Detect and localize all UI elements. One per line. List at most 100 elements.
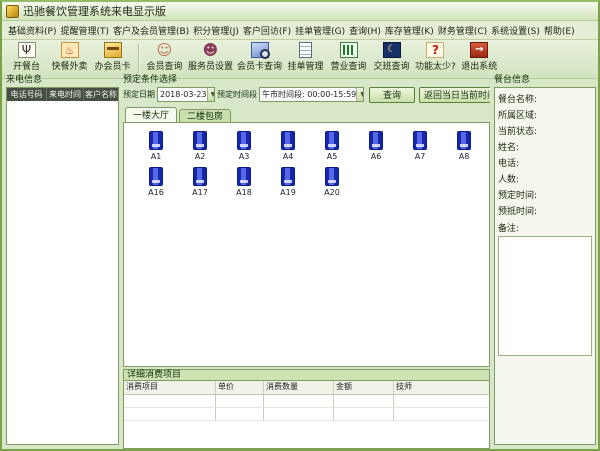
member-query-icon <box>156 42 174 58</box>
table-seat-A1[interactable]: A1 <box>134 131 178 161</box>
table-info-title: 餐台信息 <box>494 75 596 86</box>
info-field-2: 所属区域: <box>498 108 592 124</box>
detail-cell <box>264 408 334 420</box>
detail-column-header[interactable]: 技师 <box>394 381 489 394</box>
table-seat-A8[interactable]: A8 <box>442 131 486 161</box>
detail-table-body <box>124 395 489 421</box>
table-icon <box>325 131 339 150</box>
table-seat-A18[interactable]: A18 <box>222 167 266 197</box>
detail-cell <box>216 395 264 407</box>
shift-query-icon <box>383 42 401 58</box>
detail-column-header[interactable]: 消费数量 <box>264 381 334 394</box>
toolbar-button-2[interactable]: 快餐外卖 <box>48 41 91 76</box>
toolbar-button-11[interactable]: 退出系统 <box>458 41 501 76</box>
menu-item-7[interactable]: 查询(H) <box>347 22 383 39</box>
menu-item-1[interactable]: 基础资料(P) <box>6 22 58 39</box>
menu-item-8[interactable]: 库存管理(K) <box>383 22 436 39</box>
dining-table-icon <box>18 42 36 58</box>
toolbar-button-label: 功能太少? <box>415 59 456 72</box>
menu-item-4[interactable]: 积分管理(J) <box>191 22 241 39</box>
booking-date-value: 2018-03-23 <box>160 90 207 99</box>
detail-column-header[interactable]: 消费项目 <box>124 381 216 394</box>
toolbar-button-label: 退出系统 <box>461 59 497 72</box>
table-seat-A2[interactable]: A2 <box>178 131 222 161</box>
back-to-current-button[interactable]: 返回当日当前时间段 <box>419 87 490 103</box>
floor-tab-2[interactable]: 二楼包房 <box>179 109 231 122</box>
table-seat-A5[interactable]: A5 <box>310 131 354 161</box>
floor-tab-1[interactable]: 一楼大厅 <box>125 107 177 122</box>
business-query-icon <box>340 42 358 58</box>
table-seat-A19[interactable]: A19 <box>266 167 310 197</box>
toolbar-button-5[interactable]: 服务员设置 <box>186 41 235 76</box>
menubar: 基础资料(P)提醒管理(T)客户及会员管理(B)积分管理(J)客户回访(F)挂单… <box>2 21 598 40</box>
menu-item-9[interactable]: 财务管理(C) <box>436 22 489 39</box>
table-seat-A4[interactable]: A4 <box>266 131 310 161</box>
toolbar-separator <box>138 44 139 73</box>
table-icon <box>413 131 427 150</box>
caller-column-header[interactable]: 电话号码 <box>7 88 47 101</box>
more-features-icon <box>426 42 444 58</box>
menu-item-10[interactable]: 系统设置(S) <box>489 22 542 39</box>
toolbar-button-7[interactable]: 挂单管理 <box>284 41 327 76</box>
toolbar-button-9[interactable]: 交班查询 <box>370 41 413 76</box>
table-seat-label: A6 <box>371 152 382 161</box>
menu-item-5[interactable]: 客户回访(F) <box>241 22 293 39</box>
toolbar-button-8[interactable]: 营业查询 <box>327 41 370 76</box>
toolbar-button-6[interactable]: 会员卡查询 <box>235 41 284 76</box>
booking-time-select[interactable]: 午市时间段: 00:00-15:59 ▼ <box>259 87 364 102</box>
detail-column-header[interactable]: 单价 <box>216 381 264 394</box>
detail-table-header: 消费项目单价消费数量金额技师 <box>124 381 489 395</box>
table-icon <box>149 131 163 150</box>
info-field-6: 人数: <box>498 172 592 188</box>
table-seat-A16[interactable]: A16 <box>134 167 178 197</box>
table-seat-label: A4 <box>283 152 294 161</box>
table-seat-A3[interactable]: A3 <box>222 131 266 161</box>
toolbar-button-4[interactable]: 会员查询 <box>143 41 186 76</box>
menu-item-3[interactable]: 客户及会员管理(B) <box>111 22 191 39</box>
toolbar-button-label: 办会员卡 <box>94 59 130 72</box>
booking-date-select[interactable]: 2018-03-23 ▼ <box>157 87 215 102</box>
detail-cell <box>394 408 489 420</box>
toolbar-button-label: 服务员设置 <box>188 59 233 72</box>
menu-item-6[interactable]: 挂单管理(G) <box>293 22 347 39</box>
chevron-down-icon[interactable]: ▼ <box>356 88 364 101</box>
booking-filter-row: 预定日期 2018-03-23 ▼ 预定时间段 午市时间段: 00:00-15:… <box>123 86 490 103</box>
table-seat-A7[interactable]: A7 <box>398 131 442 161</box>
table-icon <box>237 167 251 186</box>
consumption-section: 详细消费项目 消费项目单价消费数量金额技师 <box>123 369 490 449</box>
caller-panel: 来电信息 电话号码来电时间客户名称 <box>6 75 119 445</box>
menu-item-2[interactable]: 提醒管理(T) <box>58 22 111 39</box>
table-seat-A6[interactable]: A6 <box>354 131 398 161</box>
app-icon <box>6 5 19 18</box>
detail-row <box>124 395 489 408</box>
detail-cell <box>124 395 216 407</box>
info-field-5: 电话: <box>498 156 592 172</box>
info-field-1: 餐台名称: <box>498 92 592 108</box>
table-seat-A17[interactable]: A17 <box>178 167 222 197</box>
toolbar-button-1[interactable]: 开餐台 <box>5 41 48 76</box>
table-seat-label: A8 <box>459 152 470 161</box>
chevron-down-icon[interactable]: ▼ <box>207 88 216 101</box>
booking-time-value: 午市时间段: 00:00-15:59 <box>262 89 356 100</box>
table-icon <box>281 131 295 150</box>
info-field-7: 预定时间: <box>498 188 592 204</box>
toolbar: 开餐台快餐外卖办会员卡 会员查询服务员设置会员卡查询挂单管理营业查询交班查询功能太… <box>2 40 598 79</box>
floor-map: A1A2A3 A4 A5 A6 A7 A8 A16 A17A18A19 A20 <box>123 122 490 367</box>
seat-row: A16 A17A18A19 A20 <box>134 167 489 197</box>
table-seat-label: A7 <box>415 152 426 161</box>
detail-column-header[interactable]: 金额 <box>334 381 394 394</box>
titlebar[interactable]: 迅驰餐饮管理系统来电显示版 <box>2 2 598 21</box>
toolbar-button-label: 会员查询 <box>146 59 182 72</box>
toolbar-button-10[interactable]: 功能太少? <box>413 41 458 76</box>
table-seat-label: A16 <box>148 188 164 197</box>
table-seat-A20[interactable]: A20 <box>310 167 354 197</box>
query-button[interactable]: 查询 <box>369 87 415 103</box>
toolbar-button-3[interactable]: 办会员卡 <box>91 41 134 76</box>
detail-cell <box>334 408 394 420</box>
window-title: 迅驰餐饮管理系统来电显示版 <box>23 3 166 19</box>
caller-column-header[interactable]: 来电时间 <box>47 88 84 101</box>
toolbar-button-label: 交班查询 <box>374 59 410 72</box>
caller-column-header[interactable]: 客户名称 <box>84 88 118 101</box>
table-seat-label: A20 <box>324 188 340 197</box>
menu-item-11[interactable]: 帮助(E) <box>542 22 577 39</box>
